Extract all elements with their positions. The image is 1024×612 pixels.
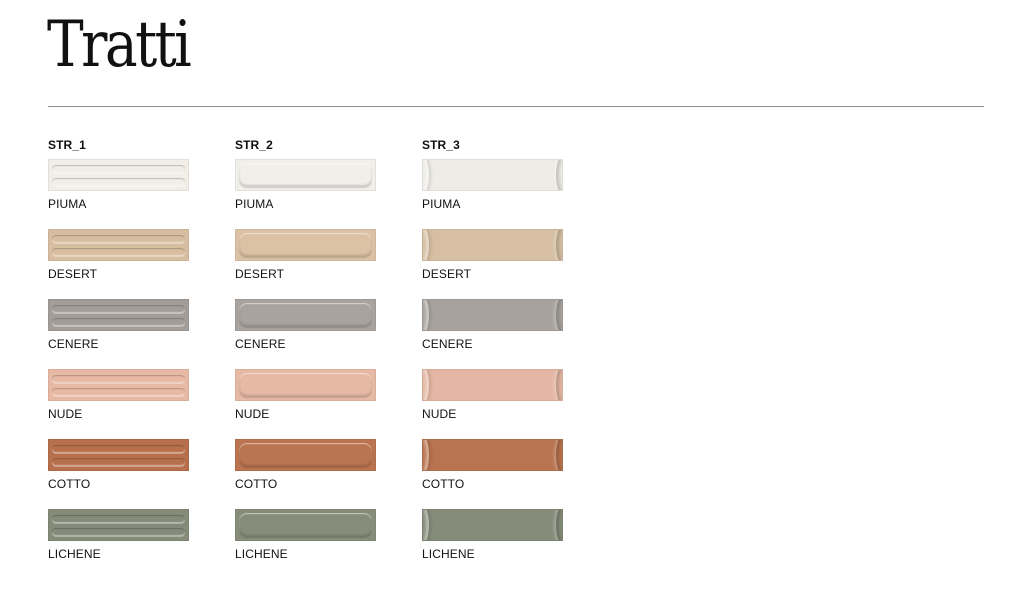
tile-swatch-str-3-cotto[interactable] [422,439,563,471]
tile-swatch-str-1-cenere[interactable] [48,299,189,331]
swatch-item-str-2-cenere[interactable]: CENERE [235,299,376,369]
tile-swatch-str-1-desert[interactable] [48,229,189,261]
tile-swatch-str-2-cenere[interactable] [235,299,376,331]
swatch-item-str-3-lichene[interactable]: LICHENE [422,509,563,579]
swatch-item-str-1-desert[interactable]: DESERT [48,229,189,299]
swatch-label-str-3-lichene: LICHENE [422,547,475,561]
tile-swatch-str-2-lichene[interactable] [235,509,376,541]
swatch-label-str-2-cotto: COTTO [235,477,278,491]
tile-swatch-str-1-cotto[interactable] [48,439,189,471]
swatch-label-str-2-desert: DESERT [235,267,285,281]
swatch-label-str-3-nude: NUDE [422,407,457,421]
swatch-item-str-2-cotto[interactable]: COTTO [235,439,376,509]
swatch-item-str-1-lichene[interactable]: LICHENE [48,509,189,579]
swatch-item-str-1-piuma[interactable]: PIUMA [48,159,189,229]
column-header-str-3: STR_3 [422,138,460,152]
swatch-item-str-3-piuma[interactable]: PIUMA [422,159,563,229]
column-str-2: STR_2 PIUMA DESERT CENERE NUDE COTTO LIC… [235,138,376,579]
swatch-label-str-2-cenere: CENERE [235,337,286,351]
tile-swatch-str-2-nude[interactable] [235,369,376,401]
tile-swatch-str-3-cenere[interactable] [422,299,563,331]
page-title: Tratti [47,8,192,82]
swatch-label-str-3-desert: DESERT [422,267,472,281]
swatch-grid: STR_1 PIUMA DESERT CENERE NUDE COTTO LIC… [48,138,563,579]
tile-swatch-str-1-lichene[interactable] [48,509,189,541]
swatch-label-str-3-cotto: COTTO [422,477,465,491]
swatch-item-str-2-desert[interactable]: DESERT [235,229,376,299]
tile-swatch-str-2-piuma[interactable] [235,159,376,191]
swatch-label-str-1-piuma: PIUMA [48,197,87,211]
swatch-label-str-1-nude: NUDE [48,407,83,421]
swatch-item-str-2-nude[interactable]: NUDE [235,369,376,439]
tile-swatch-str-3-piuma[interactable] [422,159,563,191]
tile-swatch-str-2-cotto[interactable] [235,439,376,471]
column-str-1: STR_1 PIUMA DESERT CENERE NUDE COTTO LIC… [48,138,189,579]
swatch-item-str-1-cotto[interactable]: COTTO [48,439,189,509]
swatch-item-str-3-cenere[interactable]: CENERE [422,299,563,369]
swatch-label-str-1-cenere: CENERE [48,337,99,351]
column-header-str-1: STR_1 [48,138,86,152]
swatch-label-str-2-lichene: LICHENE [235,547,288,561]
tile-swatch-str-3-lichene[interactable] [422,509,563,541]
swatch-item-str-3-cotto[interactable]: COTTO [422,439,563,509]
tile-swatch-str-1-nude[interactable] [48,369,189,401]
swatch-item-str-3-desert[interactable]: DESERT [422,229,563,299]
tile-swatch-str-1-piuma[interactable] [48,159,189,191]
swatch-item-str-1-nude[interactable]: NUDE [48,369,189,439]
column-header-str-2: STR_2 [235,138,273,152]
title-divider [48,106,984,107]
swatch-item-str-2-piuma[interactable]: PIUMA [235,159,376,229]
swatch-item-str-2-lichene[interactable]: LICHENE [235,509,376,579]
tile-swatch-str-2-desert[interactable] [235,229,376,261]
swatch-label-str-1-desert: DESERT [48,267,98,281]
swatch-label-str-1-cotto: COTTO [48,477,91,491]
column-str-3: STR_3 PIUMA DESERT CENERE NUDE COTTO LIC… [422,138,563,579]
tile-swatch-str-3-nude[interactable] [422,369,563,401]
swatch-label-str-3-piuma: PIUMA [422,197,461,211]
swatch-item-str-3-nude[interactable]: NUDE [422,369,563,439]
tile-swatch-str-3-desert[interactable] [422,229,563,261]
swatch-label-str-2-nude: NUDE [235,407,270,421]
swatch-label-str-1-lichene: LICHENE [48,547,101,561]
swatch-item-str-1-cenere[interactable]: CENERE [48,299,189,369]
swatch-label-str-2-piuma: PIUMA [235,197,274,211]
swatch-label-str-3-cenere: CENERE [422,337,473,351]
